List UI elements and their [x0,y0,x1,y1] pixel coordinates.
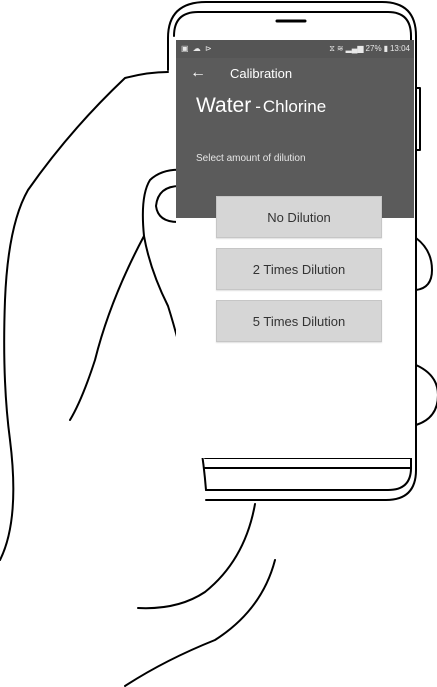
parameter-name: Chlorine [262,97,327,116]
status-time: 13:04 [389,44,410,53]
side-button-low [415,364,437,426]
vibrate-icon: ⧖ [329,44,335,53]
status-right: ⧖ ≋ ▂▄▆ 27% ▮ 13:04 [327,44,410,54]
wifi-icon: ≋ [336,44,344,53]
hand-palm [0,71,169,561]
status-bar: ▣ ☁ ⊳ ⧖ ≋ ▂▄▆ 27% ▮ 13:04 [176,40,414,58]
hand-wrist [137,503,256,610]
status-notification-icons: ▣ ☁ ⊳ [181,44,213,53]
side-button-mid [415,237,433,291]
no-dilution-button[interactable]: No Dilution [216,196,382,238]
battery-icon: ▮ [383,44,388,53]
instruction-text: Select amount of dilution [196,153,306,164]
two-times-dilution-button[interactable]: 2 Times Dilution [216,248,382,290]
hand-finger [69,235,145,421]
page-title: Water - Chlorine [196,94,326,118]
header: ← Calibration Water - Chlorine Select amou… [176,58,414,218]
signal-icon: ▂▄▆ [345,44,364,53]
five-times-dilution-button[interactable]: 5 Times Dilution [216,300,382,342]
phone-screen: ▣ ☁ ⊳ ⧖ ≋ ▂▄▆ 27% ▮ 13:04 ← Calibration Water… [176,40,414,458]
arrow-left-icon[interactable]: ← [190,62,206,84]
battery-percent: 27% [365,44,382,53]
hand-base [124,559,276,687]
sample-name: Water [196,94,252,117]
title-separator: - [255,97,261,116]
toolbar-title: Calibration [230,66,293,81]
